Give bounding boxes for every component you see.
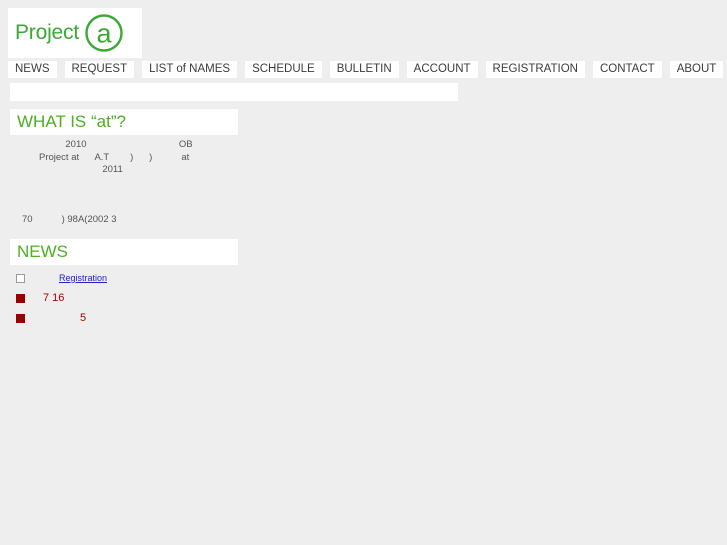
- svg-text:a: a: [96, 19, 112, 49]
- news-item-label: 7 16: [43, 292, 65, 304]
- main-navigation: NEWS REQUEST LIST of NAMES SCHEDULE BULL…: [8, 61, 724, 78]
- section-heading-news-text: NEWS: [17, 242, 68, 261]
- nav-item-request[interactable]: REQUEST: [64, 61, 135, 78]
- solid-square-bullet-icon: [16, 313, 25, 323]
- nav-item-schedule[interactable]: SCHEDULE: [245, 61, 322, 78]
- logo-wordmark: Project: [15, 21, 79, 44]
- what-is-paragraph-primary: 2010 OB Project at A.T ) ) at 2011: [39, 139, 193, 175]
- solid-square-bullet-icon: [16, 293, 25, 303]
- news-item-label: 5: [80, 312, 87, 324]
- nav-item-bulletin[interactable]: BULLETIN: [329, 61, 399, 78]
- section-heading-news: NEWS: [10, 239, 238, 265]
- list-item[interactable]: 7 16: [16, 288, 316, 308]
- what-is-paragraph-secondary: 70 ) 98A(2002 3: [22, 214, 117, 225]
- site-logo[interactable]: Project a: [8, 8, 142, 58]
- list-item[interactable]: Registration: [16, 268, 316, 288]
- content-banner-strip: [10, 83, 458, 101]
- list-item[interactable]: 5: [16, 308, 316, 328]
- nav-item-contact[interactable]: CONTACT: [592, 61, 662, 78]
- nav-item-about[interactable]: ABOUT: [669, 61, 724, 78]
- news-list: Registration 7 16 5: [16, 268, 316, 328]
- nav-item-registration[interactable]: REGISTRATION: [485, 61, 585, 78]
- nav-item-account[interactable]: ACCOUNT: [406, 61, 478, 78]
- news-registration-link[interactable]: Registration: [59, 273, 107, 283]
- nav-item-list-of-names[interactable]: LIST of NAMES: [142, 61, 238, 78]
- logo-circle-a-icon: a: [83, 12, 125, 54]
- nav-item-news[interactable]: NEWS: [8, 61, 57, 78]
- section-heading-what-is-text: WHAT IS “at”?: [17, 112, 126, 131]
- section-heading-what-is: WHAT IS “at”?: [10, 109, 238, 135]
- hollow-square-bullet-icon: [16, 273, 25, 283]
